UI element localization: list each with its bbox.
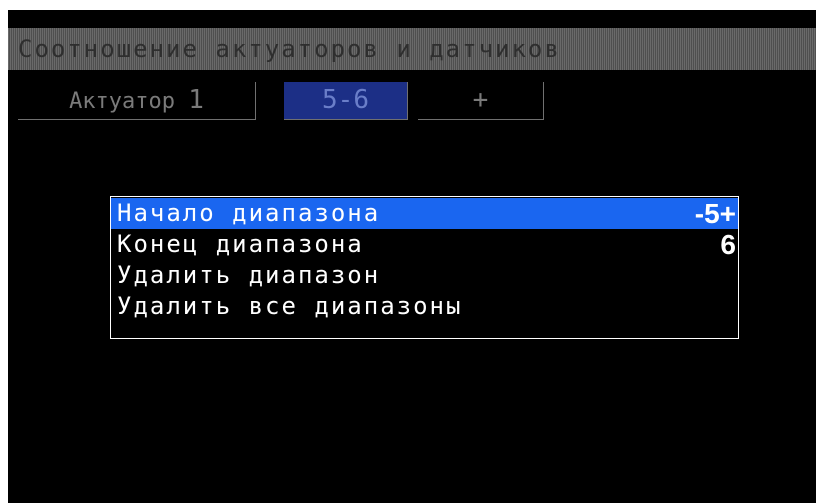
menu-item-delete-range[interactable]: Удалить диапазон	[111, 260, 738, 291]
tab-add-label: +	[472, 85, 489, 115]
range-menu: Начало диапазона -5+ Конец диапазона 6 У…	[110, 196, 739, 339]
menu-item-label: Конец диапазона	[117, 230, 364, 258]
menu-item-delete-all-ranges[interactable]: Удалить все диапазоны	[111, 291, 738, 322]
range-start-value[interactable]: -5+	[695, 198, 736, 229]
menu-item-label: Удалить диапазон	[117, 261, 381, 289]
range-end-value[interactable]: 6	[720, 229, 736, 260]
menu-item-label: Удалить все диапазоны	[117, 292, 463, 320]
tab-actuator-number: 1	[188, 85, 204, 115]
tab-add[interactable]: +	[418, 82, 544, 120]
page-title: Соотношение актуаторов и датчиков	[8, 28, 816, 70]
tab-range-label: 5-6	[322, 85, 369, 115]
tab-actuator[interactable]: Актуатор 1	[18, 82, 256, 120]
tab-actuator-label: Актуатор	[69, 89, 176, 114]
tab-range[interactable]: 5-6	[284, 82, 408, 120]
screen: Соотношение актуаторов и датчиков Актуат…	[8, 10, 816, 503]
menu-item-range-end[interactable]: Конец диапазона 6	[111, 229, 738, 260]
menu-item-label: Начало диапазона	[117, 199, 381, 227]
menu-item-range-start[interactable]: Начало диапазона -5+	[111, 198, 738, 229]
